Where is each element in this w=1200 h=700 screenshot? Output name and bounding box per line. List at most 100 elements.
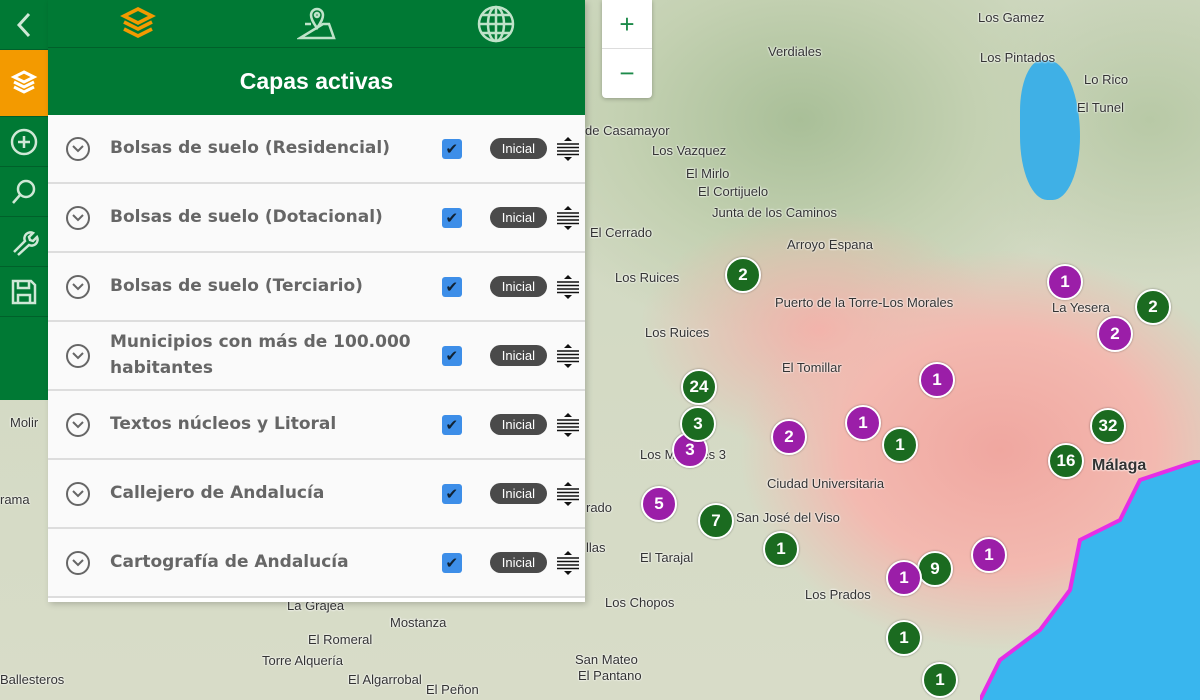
map-cluster-marker[interactable]: 7 [698,503,734,539]
panel-title: Capas activas [48,48,585,115]
layers-button[interactable] [0,50,48,117]
map-cluster-marker[interactable]: 24 [681,369,717,405]
map-cluster-marker[interactable]: 2 [1097,316,1133,352]
map-cluster-marker[interactable]: 1 [919,362,955,398]
layer-name: Bolsas de suelo (Residencial) [110,136,442,162]
drag-handle-icon[interactable] [557,274,579,300]
save-icon [9,277,39,307]
layer-badge[interactable]: Inicial [490,207,547,228]
map-cluster-marker[interactable]: 1 [886,560,922,596]
map-cluster-marker[interactable]: 1 [763,531,799,567]
layer-visibility-checkbox[interactable]: ✔ [442,346,462,366]
layer-visibility-checkbox[interactable]: ✔ [442,553,462,573]
drag-handle-icon[interactable] [557,481,579,507]
add-layer-button[interactable] [0,117,48,167]
layer-visibility-checkbox[interactable]: ✔ [442,484,462,504]
layer-name: Bolsas de suelo (Dotacional) [110,205,442,231]
layer-name: Municipios con más de 100.000 habitantes [110,330,442,381]
layer-row: Bolsas de suelo (Dotacional) ✔ Inicial [48,184,585,253]
map-place-label: rado [586,500,612,515]
layer-name: Callejero de Andalucía [110,481,442,507]
tools-button[interactable] [0,217,48,267]
drag-handle-icon[interactable] [557,412,579,438]
globe-icon [476,4,516,44]
map-place-label: San Mateo [575,652,638,667]
map-place-label: Junta de los Caminos [712,205,837,220]
layer-name: Cartografía de Andalucía [110,550,442,576]
layer-badge[interactable]: Inicial [490,138,547,159]
drag-handle-icon[interactable] [557,343,579,369]
tab-map-route[interactable] [227,0,406,47]
map-place-label: Ciudad Universitaria [767,476,884,491]
map-cluster-marker[interactable]: 32 [1090,408,1126,444]
layer-badge[interactable]: Inicial [490,414,547,435]
reservoir [1020,60,1080,200]
map-cluster-marker[interactable]: 1 [845,405,881,441]
drag-handle-icon[interactable] [557,136,579,162]
layer-visibility-checkbox[interactable]: ✔ [442,277,462,297]
map-cluster-marker[interactable]: 1 [922,662,958,698]
chevron-down-icon[interactable] [66,275,90,299]
map-place-label: Lo Rico [1084,72,1128,87]
search-button[interactable] [0,167,48,217]
zoom-out-button[interactable]: − [602,49,652,98]
map-cluster-marker[interactable]: 9 [917,551,953,587]
map-cluster-marker[interactable]: 2 [725,257,761,293]
wrench-icon [9,227,39,257]
layer-row: Municipios con más de 100.000 habitantes… [48,322,585,391]
map-place-label: El Tomillar [782,360,842,375]
panel-tabs [48,0,585,48]
map-place-label: El Tarajal [640,550,693,565]
layer-visibility-checkbox[interactable]: ✔ [442,208,462,228]
map-place-label: Torre Alquería [262,653,343,668]
layer-visibility-checkbox[interactable]: ✔ [442,139,462,159]
drag-handle-icon[interactable] [557,205,579,231]
tab-globe[interactable] [406,0,585,47]
map-cluster-marker[interactable]: 2 [771,419,807,455]
map-place-label: Los Gamez [978,10,1044,25]
chevron-down-icon[interactable] [66,344,90,368]
drag-handle-icon[interactable] [557,550,579,576]
map-cluster-marker[interactable]: 5 [641,486,677,522]
plus-circle-icon [9,127,39,157]
layer-badge[interactable]: Inicial [490,345,547,366]
map-place-label: Puerto de la Torre-Los Morales [775,295,953,310]
map-cluster-marker[interactable]: 1 [971,537,1007,573]
save-button[interactable] [0,267,48,317]
chevron-down-icon[interactable] [66,137,90,161]
map-cluster-marker[interactable]: 1 [886,620,922,656]
map-cluster-marker[interactable]: 1 [1047,264,1083,300]
map-place-label: San José del Viso [736,510,840,525]
map-place-label: Ballesteros [0,672,64,687]
layer-badge[interactable]: Inicial [490,276,547,297]
map-place-label: Los Vazquez [652,143,726,158]
map-place-label: Málaga [1092,457,1146,475]
map-place-label: Molir [10,415,38,430]
chevron-left-icon [14,11,34,39]
chevron-down-icon[interactable] [66,551,90,575]
zoom-in-button[interactable]: + [602,0,652,49]
map-cluster-marker[interactable]: 3 [680,406,716,442]
map-place-label: El Tunel [1077,100,1124,115]
chevron-down-icon[interactable] [66,413,90,437]
collapse-button[interactable] [0,0,48,50]
map-place-label: El Algarrobal [348,672,422,687]
map-cluster-marker[interactable]: 1 [882,427,918,463]
layer-badge[interactable]: Inicial [490,552,547,573]
map-place-label: El Romeral [308,632,372,647]
map-place-label: El Mirlo [686,166,729,181]
map-cluster-marker[interactable]: 16 [1048,443,1084,479]
map-cluster-marker[interactable]: 2 [1135,289,1171,325]
map-place-label: El Cortijuelo [698,184,768,199]
layer-name: Textos núcleos y Litoral [110,412,442,438]
layer-row: Cartografía de Andalucía ✔ Inicial [48,529,585,598]
map-place-label: Los Ruices [615,270,679,285]
layer-row: Bolsas de suelo (Terciario) ✔ Inicial [48,253,585,322]
layer-row: Bolsas de suelo (Residencial) ✔ Inicial [48,115,585,184]
chevron-down-icon[interactable] [66,482,90,506]
layers-icon [118,6,158,42]
chevron-down-icon[interactable] [66,206,90,230]
layer-visibility-checkbox[interactable]: ✔ [442,415,462,435]
layer-badge[interactable]: Inicial [490,483,547,504]
tab-layers[interactable] [48,0,227,47]
